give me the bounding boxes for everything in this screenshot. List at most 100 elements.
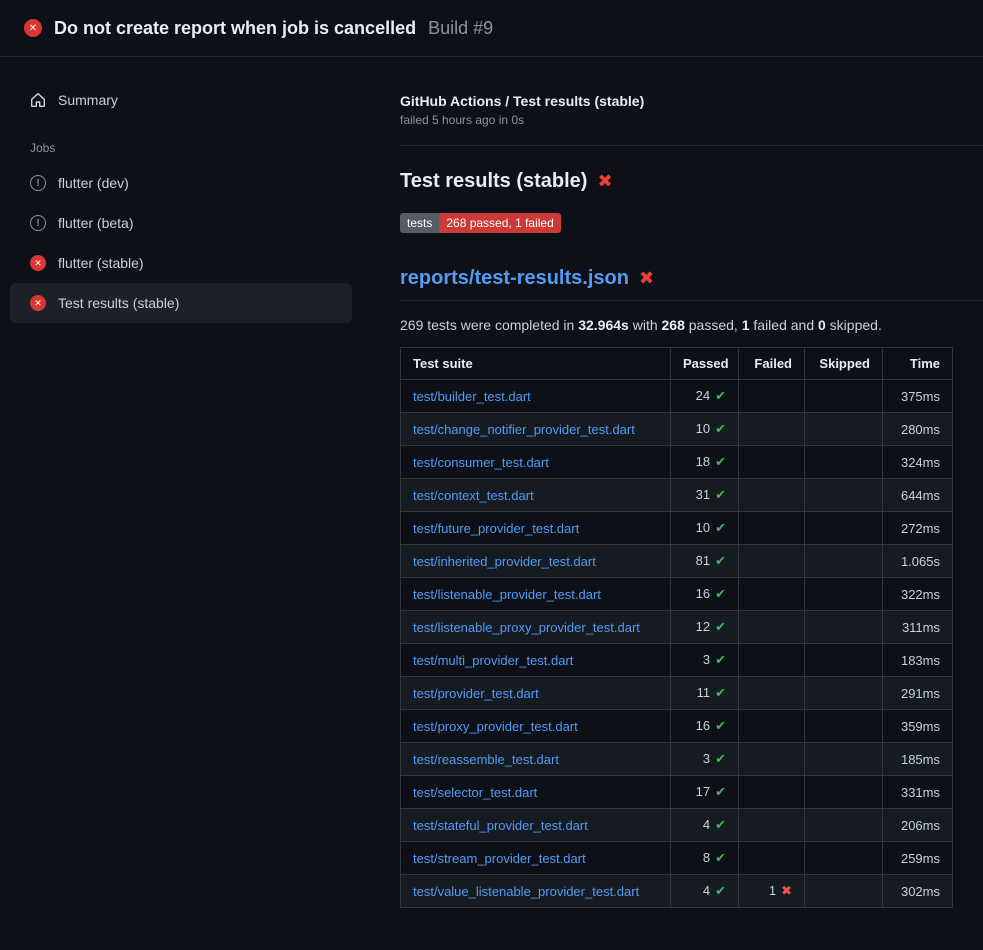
count-value: 16 [696, 586, 710, 601]
test-suite-link[interactable]: test/stream_provider_test.dart [413, 851, 586, 866]
time-cell: 359ms [883, 710, 953, 743]
breadcrumb: GitHub Actions / Test results (stable) [400, 93, 983, 109]
count-value: 24 [696, 388, 710, 403]
table-row: test/listenable_proxy_provider_test.dart… [401, 611, 953, 644]
failed-cell [739, 644, 805, 677]
suite-cell: test/context_test.dart [401, 479, 671, 512]
test-suite-link[interactable]: test/listenable_proxy_provider_test.dart [413, 620, 640, 635]
count-value: 10 [696, 421, 710, 436]
tests-badge: tests 268 passed, 1 failed [400, 213, 561, 233]
summary-text: 32.964s [578, 317, 629, 333]
status-line: failed 5 hours ago in 0s [400, 113, 983, 127]
count-value: 31 [696, 487, 710, 502]
sidebar: Summary Jobs !flutter (dev)!flutter (bet… [0, 57, 376, 950]
check-icon: ✔ [715, 454, 726, 469]
failed-cell [739, 380, 805, 413]
check-icon: ✔ [715, 883, 726, 898]
summary-text: passed, [685, 317, 742, 333]
test-suite-link[interactable]: test/context_test.dart [413, 488, 534, 503]
failed-cell [739, 578, 805, 611]
count-value: 17 [696, 784, 710, 799]
sidebar-item-summary[interactable]: Summary [10, 83, 352, 117]
test-suite-link[interactable]: test/future_provider_test.dart [413, 521, 579, 536]
test-suite-link[interactable]: test/selector_test.dart [413, 785, 537, 800]
failed-status-icon: ✕ [30, 255, 46, 271]
failed-cross-icon: ✖ [639, 268, 654, 289]
job-label: flutter (stable) [58, 255, 144, 271]
sidebar-item-job[interactable]: !flutter (beta) [10, 203, 352, 243]
section-title: Test results (stable) ✖ [400, 170, 983, 193]
table-row: test/change_notifier_provider_test.dart 1… [401, 413, 953, 446]
summary-text: 268 [662, 317, 685, 333]
table-row: test/selector_test.dart17✔331ms [401, 776, 953, 809]
skipped-cell [805, 380, 883, 413]
test-suite-link[interactable]: test/value_listenable_provider_test.dart [413, 884, 639, 899]
passed-cell: 18✔ [671, 446, 739, 479]
test-suite-link[interactable]: test/proxy_provider_test.dart [413, 719, 578, 734]
sidebar-item-job[interactable]: ✕ Test results (stable) [10, 283, 352, 323]
check-icon: ✔ [715, 553, 726, 568]
jobs-list: !flutter (dev)!flutter (beta) ✕ flutter (s… [10, 163, 352, 323]
count-value: 3 [703, 751, 710, 766]
check-icon: ✔ [715, 487, 726, 502]
build-number: Build #9 [428, 18, 493, 39]
column-header: Skipped [805, 348, 883, 380]
job-label: Test results (stable) [58, 295, 179, 311]
check-icon: ✔ [715, 718, 726, 733]
column-header: Failed [739, 348, 805, 380]
sidebar-item-job[interactable]: !flutter (dev) [10, 163, 352, 203]
check-icon: ✔ [715, 784, 726, 799]
time-cell: 375ms [883, 380, 953, 413]
check-icon: ✔ [715, 388, 726, 403]
sidebar-item-job[interactable]: ✕ flutter (stable) [10, 243, 352, 283]
summary-text: failed and [750, 317, 819, 333]
check-icon: ✔ [715, 652, 726, 667]
test-suite-link[interactable]: test/provider_test.dart [413, 686, 539, 701]
check-icon: ✔ [715, 619, 726, 634]
table-row: test/stateful_provider_test.dart4✔206ms [401, 809, 953, 842]
test-suite-link[interactable]: test/inherited_provider_test.dart [413, 554, 596, 569]
test-suite-link[interactable]: test/change_notifier_provider_test.dart [413, 422, 635, 437]
report-link[interactable]: reports/test-results.json [400, 267, 629, 290]
passed-cell: 4✔ [671, 809, 739, 842]
failed-cell [739, 743, 805, 776]
passed-cell: 3✔ [671, 644, 739, 677]
job-label: flutter (beta) [58, 215, 133, 231]
suite-cell: test/future_provider_test.dart [401, 512, 671, 545]
skipped-cell [805, 578, 883, 611]
skipped-cell [805, 776, 883, 809]
time-cell: 311ms [883, 611, 953, 644]
failed-status-icon: ✕ [24, 19, 42, 37]
test-suite-link[interactable]: test/multi_provider_test.dart [413, 653, 573, 668]
test-suite-link[interactable]: test/consumer_test.dart [413, 455, 549, 470]
count-value: 3 [703, 652, 710, 667]
check-icon: ✔ [715, 850, 726, 865]
suite-cell: test/listenable_proxy_provider_test.dart [401, 611, 671, 644]
count-value: 1 [769, 883, 776, 898]
passed-cell: 16 ✔ [671, 578, 739, 611]
test-suite-link[interactable]: test/builder_test.dart [413, 389, 531, 404]
failed-status-icon: ✕ [30, 295, 46, 311]
suite-cell: test/change_notifier_provider_test.dart [401, 413, 671, 446]
test-suite-link[interactable]: test/stateful_provider_test.dart [413, 818, 588, 833]
time-cell: 183ms [883, 644, 953, 677]
test-suite-link[interactable]: test/reassemble_test.dart [413, 752, 559, 767]
skipped-cell [805, 677, 883, 710]
skipped-cell [805, 545, 883, 578]
home-icon [30, 92, 46, 108]
skipped-cell [805, 710, 883, 743]
test-suite-link[interactable]: test/listenable_provider_test.dart [413, 587, 601, 602]
count-value: 16 [696, 718, 710, 733]
table-row: test/builder_test.dart 24 ✔ 375ms [401, 380, 953, 413]
check-icon: ✔ [715, 586, 726, 601]
time-cell: 291ms [883, 677, 953, 710]
table-row: test/future_provider_test.dart10✔272ms [401, 512, 953, 545]
suite-cell: test/stateful_provider_test.dart [401, 809, 671, 842]
summary-text: 269 tests were completed in [400, 317, 578, 333]
suite-cell: test/listenable_provider_test.dart [401, 578, 671, 611]
column-header: Time [883, 348, 953, 380]
jobs-section-label: Jobs [10, 141, 352, 155]
test-results-table: Test suitePassedFailedSkippedTime test/b… [400, 347, 953, 908]
table-row: test/context_test.dart31✔644ms [401, 479, 953, 512]
count-value: 4 [703, 817, 710, 832]
